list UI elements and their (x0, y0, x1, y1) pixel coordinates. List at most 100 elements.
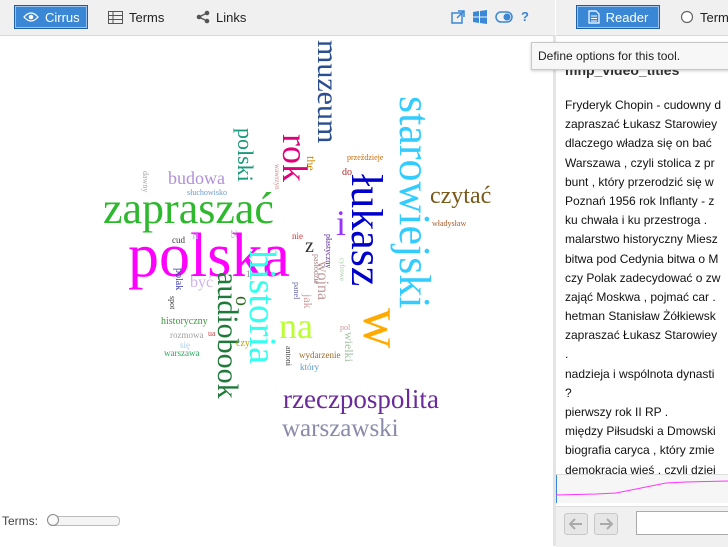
cloud-word[interactable]: czy (236, 338, 250, 349)
cloud-word[interactable]: łukasz (342, 174, 391, 286)
previous-button[interactable] (564, 513, 588, 535)
cloud-word[interactable]: spot (168, 296, 177, 310)
cloud-word[interactable]: budowa (168, 168, 225, 188)
tab-reader-terms[interactable]: Terms (672, 5, 728, 29)
terms-slider[interactable] (47, 514, 120, 526)
cloud-word[interactable]: wielki (342, 332, 356, 363)
cloud-word[interactable]: który (300, 362, 319, 372)
cloud-word[interactable]: w (351, 308, 413, 349)
tab-reader[interactable]: Reader (576, 5, 660, 29)
tab-reader-terms-label: Terms (700, 9, 728, 25)
reader-line: Poznań 1956 rok Inflanty - z (565, 193, 715, 208)
cloud-word[interactable]: przeździeje (347, 153, 384, 162)
terms-control: Terms: (2, 514, 120, 528)
table-icon (108, 10, 123, 24)
export-icon[interactable] (451, 9, 465, 24)
reader-line: czy Polak zadecydować o zw (565, 270, 721, 285)
cirrus-toolbar: Cirrus Terms Links ? (0, 0, 555, 36)
tool-icons: ? (451, 9, 529, 24)
reader-position-strip[interactable] (555, 474, 728, 503)
cloud-word[interactable]: ua (208, 329, 216, 338)
cloud-word[interactable]: płastyczny (324, 234, 333, 268)
document-icon (588, 10, 600, 24)
reader-line: Fryderyk Chopin - cudowny d (565, 98, 722, 112)
cloud-word[interactable]: audiobook (211, 272, 244, 399)
reader-line: zapraszać Łukasz Starowiey (565, 328, 718, 343)
reader-line: Warszawa , czyli stolica z pr (565, 155, 715, 170)
panel-splitter[interactable] (553, 36, 556, 546)
cloud-word[interactable]: historyczny (161, 316, 208, 327)
next-button[interactable] (594, 513, 618, 535)
reader-line: dlaczego władza się on bać (565, 136, 712, 151)
terms-slider-label: Terms: (2, 514, 38, 528)
reader-search-input[interactable] (636, 511, 728, 535)
cloud-word[interactable]: na (279, 306, 313, 346)
reader-line: malarstwo historyczny Miesz (565, 232, 718, 247)
tab-cirrus-label: Cirrus (45, 9, 80, 25)
tab-terms[interactable]: Terms (100, 5, 172, 29)
word-cloud-svg: polskazapraszać starowiejskiłukaszmuzeumh… (103, 40, 491, 442)
cloud-word[interactable]: dawny (141, 171, 150, 192)
reader-line: nadzieja i wspólnota dynasti (565, 366, 715, 381)
reader-line: ku chwała i ku przestroga . (565, 213, 708, 228)
cloud-word[interactable]: rozmowa (170, 330, 204, 340)
windows-icon[interactable] (473, 9, 487, 24)
radio-icon (680, 10, 694, 24)
cloud-word[interactable]: do (342, 167, 352, 178)
cloud-word[interactable]: polski (233, 128, 258, 182)
reader-line: zająć Moskwa , pojmać car . (565, 289, 716, 304)
help-icon[interactable]: ? (521, 9, 529, 24)
cloud-word[interactable]: cyfrowe (338, 258, 346, 281)
options-tooltip: Define options for this tool. (531, 42, 728, 70)
cloud-word[interactable]: słuchowisko (187, 188, 227, 197)
cirrus-word-cloud: polska zapraszać starowiejski łukasz muzeum h… (0, 36, 553, 506)
tab-cirrus[interactable]: Cirrus (14, 5, 88, 29)
reader-line: hetman Stanisław Żółkiewsk (565, 309, 716, 324)
tab-links[interactable]: Links (188, 5, 254, 29)
cloud-word[interactable]: się (180, 340, 190, 350)
reader-line: między Piłsudski a Dmowski (565, 424, 716, 439)
cloud-word[interactable]: panel (292, 282, 301, 300)
cloud-word[interactable]: pasłodzie (312, 254, 321, 285)
cloud-word[interactable]: 1 (246, 269, 251, 279)
cloud-word[interactable]: rzeczpospolita (283, 384, 439, 414)
reader-line: . (565, 347, 569, 362)
cloud-word[interactable]: czytać (430, 183, 491, 209)
reader-line: bitwa pod Cedynia bitwa o M (565, 251, 719, 266)
reader-line: bunt , który przerodzić się w (565, 174, 714, 189)
tab-terms-label: Terms (129, 9, 165, 25)
reader-line: ? (565, 385, 572, 400)
cloud-word[interactable]: wydarzenie (299, 350, 340, 360)
eye-icon (23, 11, 39, 23)
share-icon (196, 10, 210, 24)
reader-toolbar: Reader Terms (556, 0, 728, 36)
tab-reader-label: Reader (605, 9, 649, 25)
reader-text: Fryderyk Chopin - cudowny d zapraszać Łuk… (565, 96, 728, 480)
cloud-word[interactable]: wawrzyn (273, 164, 281, 190)
cloud-word[interactable]: nie (292, 231, 303, 241)
terms-slider-knob[interactable] (47, 514, 59, 526)
cloud-word[interactable]: cud (172, 235, 185, 245)
cloud-word[interactable]: być (190, 274, 213, 291)
cloud-word[interactable]: i (336, 203, 346, 243)
cloud-word[interactable]: muzeum (311, 40, 344, 143)
cloud-word[interactable]: o (231, 296, 253, 306)
arrow-left-icon (569, 518, 583, 530)
cloud-word[interactable]: jak (301, 293, 315, 309)
cloud-word[interactable]: antoni (284, 346, 293, 367)
cloud-word[interactable]: polak (173, 268, 184, 290)
tab-links-label: Links (216, 9, 247, 25)
cloud-word[interactable]: ii (192, 228, 199, 242)
toggle-icon[interactable] (495, 10, 513, 23)
cloud-word[interactable]: pol (340, 323, 351, 332)
reader-line: biografia caryca , który zmie (565, 443, 715, 458)
cloud-word[interactable]: the (304, 156, 318, 171)
reader-trend-line (555, 475, 728, 503)
arrow-right-icon (599, 518, 613, 530)
cloud-word[interactable]: władysław (432, 219, 466, 228)
reader-line: pierwszy rok II RP . (565, 405, 669, 419)
reader-nav (556, 506, 728, 547)
cloud-word[interactable]: warszawski (282, 415, 399, 442)
cloud-word[interactable]: 25 (229, 230, 238, 238)
reader-line: zapraszać Łukasz Starowiey (565, 117, 718, 132)
